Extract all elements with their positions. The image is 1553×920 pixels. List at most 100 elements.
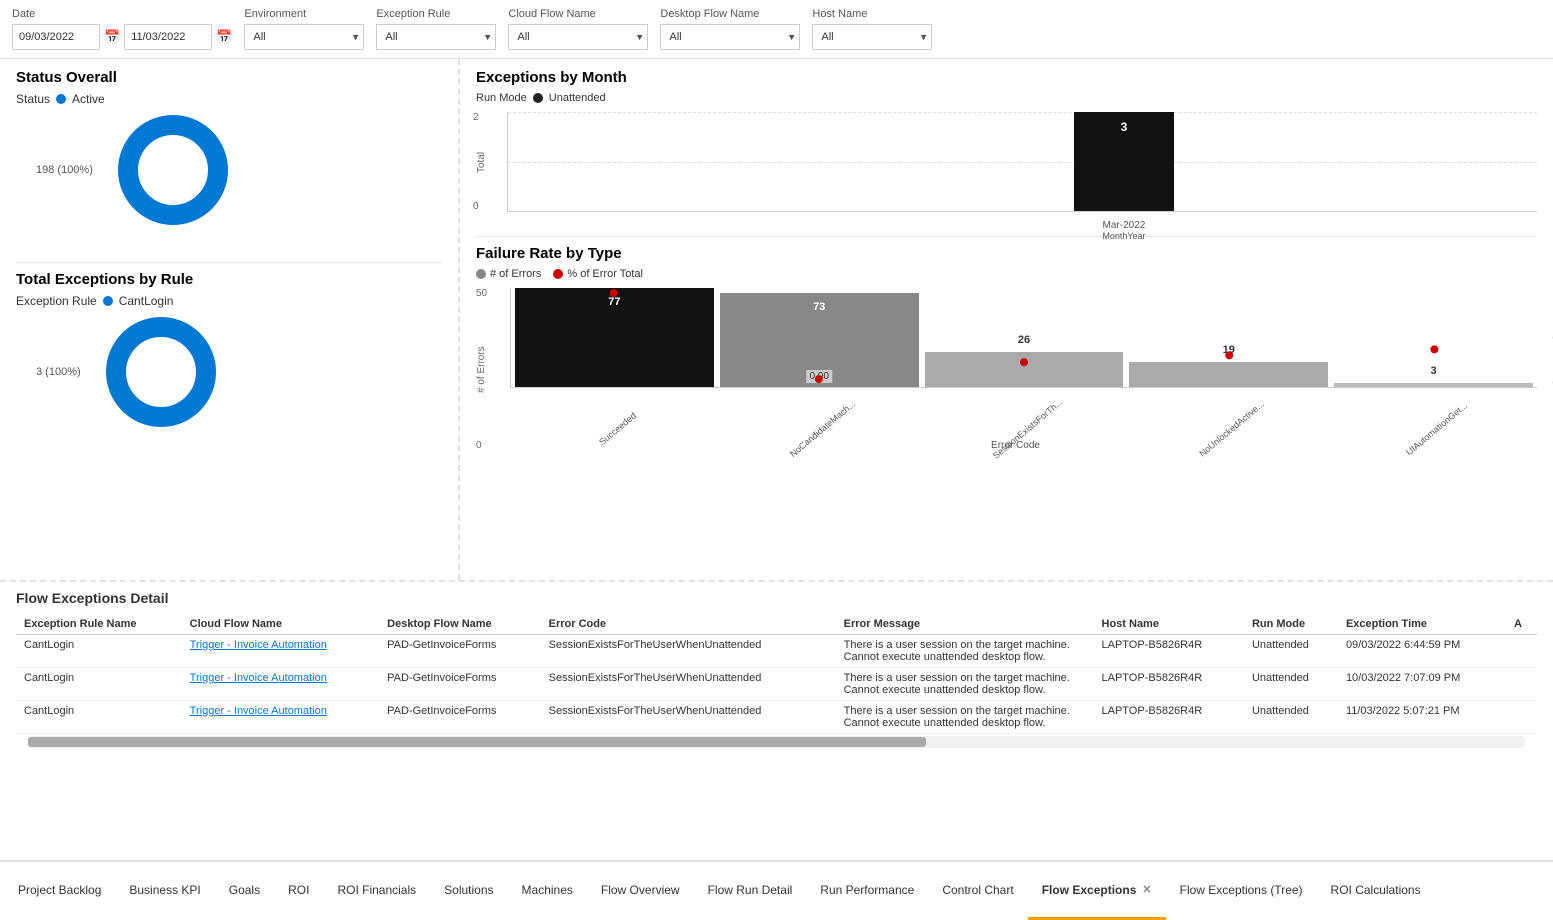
date-filter-control: 📅 📅 bbox=[12, 24, 232, 50]
calendar-to-icon[interactable]: 📅 bbox=[216, 29, 232, 45]
cell-run-mode-0: Unattended bbox=[1244, 635, 1338, 668]
exceptions-month-title: Exceptions by Month bbox=[476, 69, 1537, 86]
col-run-mode[interactable]: Run Mode bbox=[1244, 614, 1338, 635]
cell-error-code-2: SessionExistsForTheUserWhenUnattended bbox=[541, 701, 836, 734]
table-row: CantLogin Trigger - Invoice Automation P… bbox=[16, 635, 1537, 668]
legend-pct-dot bbox=[553, 269, 563, 279]
failure-rate-legend: # of Errors % of Error Total bbox=[476, 268, 1537, 280]
right-panel: Exceptions by Month Run Mode Unattended … bbox=[460, 59, 1553, 580]
table-scroll-area[interactable]: Exception Rule Name Cloud Flow Name Desk… bbox=[16, 614, 1537, 734]
col-exception-rule[interactable]: Exception Rule Name bbox=[16, 614, 182, 635]
detail-title: Flow Exceptions Detail bbox=[16, 590, 1537, 606]
col-desktop-flow[interactable]: Desktop Flow Name bbox=[379, 614, 540, 635]
col-cloud-flow[interactable]: Cloud Flow Name bbox=[182, 614, 379, 635]
tab-roi-calculations[interactable]: ROI Calculations bbox=[1317, 862, 1435, 920]
tab-control-chart[interactable]: Control Chart bbox=[928, 862, 1027, 920]
cell-cloud-flow-0[interactable]: Trigger - Invoice Automation bbox=[182, 635, 379, 668]
desktop-flow-dropdown-wrapper: All bbox=[660, 24, 800, 50]
run-mode-line: Run Mode Unattended bbox=[476, 92, 1537, 104]
table-row: CantLogin Trigger - Invoice Automation P… bbox=[16, 701, 1537, 734]
status-value: Active bbox=[72, 92, 105, 106]
col-exception-time[interactable]: Exception Time bbox=[1338, 614, 1506, 635]
tab-flow-overview[interactable]: Flow Overview bbox=[587, 862, 694, 920]
tab-run-performance[interactable]: Run Performance bbox=[806, 862, 928, 920]
y-label-2: 2 bbox=[473, 112, 479, 123]
tab-solutions[interactable]: Solutions bbox=[430, 862, 507, 920]
table-row: CantLogin Trigger - Invoice Automation P… bbox=[16, 668, 1537, 701]
cell-exception-time-2: 11/03/2022 5:07:21 PM bbox=[1338, 701, 1506, 734]
upper-content: Status Overall Status Active 198 (100%) bbox=[0, 59, 1553, 580]
cloud-flow-filter-group: Cloud Flow Name All bbox=[508, 8, 648, 50]
exception-rule-filter-group: Exception Rule All bbox=[376, 8, 496, 50]
rule-donut-label: 3 (100%) bbox=[36, 366, 81, 378]
exceptions-by-rule-title: Total Exceptions by Rule bbox=[16, 271, 442, 288]
cell-a-1 bbox=[1506, 668, 1537, 701]
date-to-input[interactable] bbox=[124, 24, 212, 50]
tab-bar: Project BacklogBusiness KPIGoalsROIROI F… bbox=[0, 860, 1553, 920]
cell-cloud-flow-1[interactable]: Trigger - Invoice Automation bbox=[182, 668, 379, 701]
legend-pct-label: % of Error Total bbox=[567, 268, 643, 280]
calendar-from-icon[interactable]: 📅 bbox=[104, 29, 120, 45]
tab-roi-financials[interactable]: ROI Financials bbox=[323, 862, 430, 920]
cell-error-code-0: SessionExistsForTheUserWhenUnattended bbox=[541, 635, 836, 668]
status-title: Status Overall bbox=[16, 69, 442, 86]
date-filter-label: Date bbox=[12, 8, 232, 20]
desktop-flow-dropdown[interactable]: All bbox=[660, 24, 800, 50]
cell-run-mode-1: Unattended bbox=[1244, 668, 1338, 701]
environment-filter-label: Environment bbox=[244, 8, 364, 20]
exceptions-by-rule-section: Total Exceptions by Rule Exception Rule … bbox=[16, 271, 442, 440]
cell-exception-rule-1: CantLogin bbox=[16, 668, 182, 701]
col-a[interactable]: A bbox=[1506, 614, 1537, 635]
status-overall-section: Status Overall Status Active 198 (100%) bbox=[16, 69, 442, 238]
col-error-message[interactable]: Error Message bbox=[836, 614, 1094, 635]
host-name-filter-group: Host Name All bbox=[812, 8, 932, 50]
date-from-input[interactable] bbox=[12, 24, 100, 50]
flow-exceptions-detail: Flow Exceptions Detail Exception Rule Na… bbox=[0, 580, 1553, 860]
cell-error-code-1: SessionExistsForTheUserWhenUnattended bbox=[541, 668, 836, 701]
exception-rule-dropdown-wrapper: All bbox=[376, 24, 496, 50]
exception-rule-value: CantLogin bbox=[119, 294, 174, 308]
month-bar-label: Mar-2022 MonthYear bbox=[1074, 220, 1174, 241]
environment-dropdown[interactable]: All bbox=[244, 24, 364, 50]
status-donut-label: 198 (100%) bbox=[36, 164, 93, 176]
desktop-flow-filter-label: Desktop Flow Name bbox=[660, 8, 800, 20]
tab-flow-exceptions-tree[interactable]: Flow Exceptions (Tree) bbox=[1166, 862, 1317, 920]
legend-errors-label: # of Errors bbox=[490, 268, 541, 280]
tab-roi[interactable]: ROI bbox=[274, 862, 323, 920]
cell-cloud-flow-2[interactable]: Trigger - Invoice Automation bbox=[182, 701, 379, 734]
cloud-flow-dropdown[interactable]: All bbox=[508, 24, 648, 50]
cloud-flow-dropdown-wrapper: All bbox=[508, 24, 648, 50]
cell-desktop-flow-0: PAD-GetInvoiceForms bbox=[379, 635, 540, 668]
cell-host-0: LAPTOP-B5826R4R bbox=[1094, 635, 1244, 668]
cloud-flow-filter-label: Cloud Flow Name bbox=[508, 8, 648, 20]
host-name-filter-label: Host Name bbox=[812, 8, 932, 20]
tab-goals[interactable]: Goals bbox=[215, 862, 274, 920]
run-mode-dot-icon bbox=[533, 93, 543, 103]
tab-machines[interactable]: Machines bbox=[508, 862, 587, 920]
status-donut-wrap: 198 (100%) bbox=[36, 110, 442, 230]
cell-host-1: LAPTOP-B5826R4R bbox=[1094, 668, 1244, 701]
month-bar-value: 3 bbox=[1121, 120, 1128, 134]
left-panel: Status Overall Status Active 198 (100%) bbox=[0, 59, 460, 580]
tab-project-backlog[interactable]: Project Backlog bbox=[4, 862, 115, 920]
tab-close-flow-exceptions[interactable]: ✕ bbox=[1142, 883, 1151, 896]
desktop-flow-filter-group: Desktop Flow Name All bbox=[660, 8, 800, 50]
host-name-dropdown[interactable]: All bbox=[812, 24, 932, 50]
environment-filter-group: Environment All bbox=[244, 8, 364, 50]
status-line: Status Active bbox=[16, 92, 442, 106]
status-dot-icon bbox=[56, 94, 66, 104]
tab-flow-run-detail[interactable]: Flow Run Detail bbox=[694, 862, 807, 920]
col-host[interactable]: Host Name bbox=[1094, 614, 1244, 635]
run-mode-label: Run Mode bbox=[476, 92, 527, 104]
tab-business-kpi[interactable]: Business KPI bbox=[115, 862, 214, 920]
rule-donut-chart bbox=[101, 312, 221, 432]
horizontal-scrollbar[interactable] bbox=[28, 736, 1525, 748]
environment-dropdown-wrapper: All bbox=[244, 24, 364, 50]
legend-pct: % of Error Total bbox=[553, 268, 643, 280]
failure-y-bot: 0 bbox=[476, 440, 482, 451]
tab-flow-exceptions[interactable]: Flow Exceptions✕ bbox=[1028, 862, 1166, 920]
exception-rule-dropdown[interactable]: All bbox=[376, 24, 496, 50]
legend-errors-dot bbox=[476, 269, 486, 279]
col-error-code[interactable]: Error Code bbox=[541, 614, 836, 635]
cell-exception-time-0: 09/03/2022 6:44:59 PM bbox=[1338, 635, 1506, 668]
